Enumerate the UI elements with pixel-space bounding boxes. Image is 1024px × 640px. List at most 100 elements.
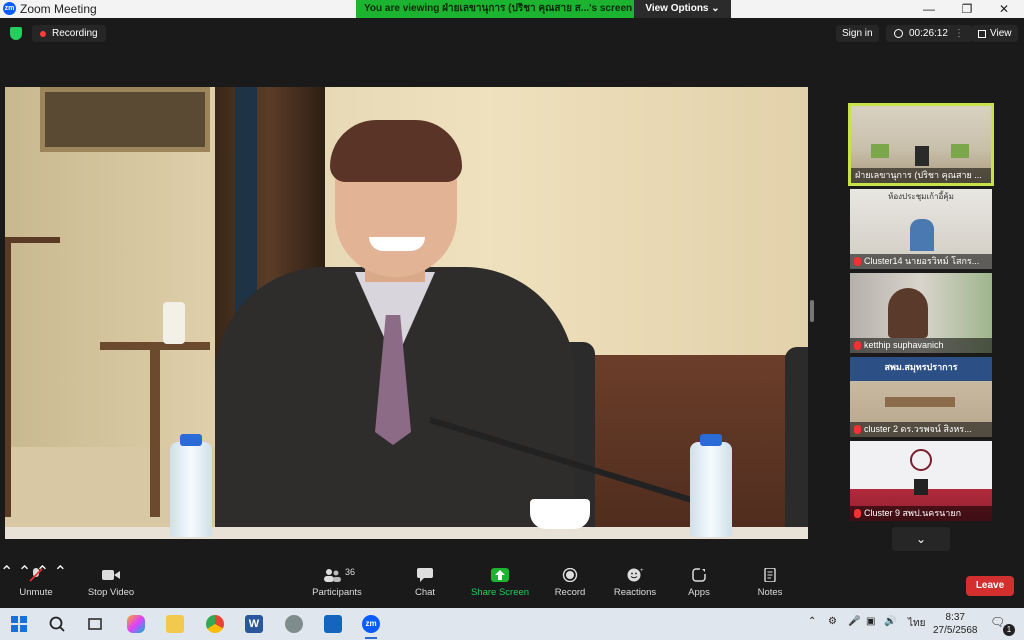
language-indicator[interactable]: ไทย — [908, 616, 925, 631]
grid-view-icon — [978, 29, 986, 38]
file-explorer-icon[interactable] — [166, 615, 184, 633]
thumbnail-person — [914, 479, 928, 495]
participant-name: cluster 2 ดร.วรพจน์ สิงหร... — [850, 422, 992, 437]
video-chair-back-right — [785, 347, 808, 539]
apps-button[interactable]: Apps — [682, 568, 716, 598]
participant-name: ketthip suphavanich — [850, 338, 992, 353]
close-icon[interactable]: ✕ — [985, 0, 1023, 18]
notes-button[interactable]: Notes — [752, 567, 788, 598]
minimize-icon[interactable]: — — [910, 0, 948, 18]
apps-icon — [690, 568, 708, 582]
unmute-label: Unmute — [19, 587, 53, 598]
apps-label: Apps — [688, 587, 710, 598]
tray-expand-icon[interactable]: ⌃ — [808, 616, 816, 627]
thumbnail-person — [888, 288, 928, 338]
participant-name: ฝ่ายเลขานุการ (ปริชา คุณสาย ... — [851, 168, 991, 183]
meeting-toolbar: Unmute ⌃ Stop Video ⌃ 36 Participants ⌃ … — [0, 562, 1024, 608]
more-participants-button[interactable]: ⌄ — [892, 527, 950, 551]
microphone-tray-icon[interactable]: 🎤 — [848, 616, 860, 627]
security-shield-icon[interactable] — [10, 27, 22, 40]
meeting-topbar: Recording Sign in 00:26:12 ⋮ View — [0, 18, 1024, 50]
video-desk — [5, 527, 808, 539]
leave-button[interactable]: Leave — [966, 576, 1014, 596]
zoom-taskbar-icon[interactable]: zm — [362, 615, 380, 633]
unmute-button[interactable]: Unmute — [16, 568, 56, 598]
participant-thumbnail[interactable]: สพม.สมุทรปราการ cluster 2 ดร.วรพจน์ สิงห… — [850, 357, 992, 437]
stop-video-button[interactable]: Stop Video — [86, 568, 136, 598]
thumbnail-person — [910, 219, 934, 251]
video-side-chair — [5, 237, 60, 517]
record-button[interactable]: Record — [550, 567, 590, 598]
share-screen-icon — [491, 568, 509, 582]
network-icon[interactable]: ▣ — [866, 616, 875, 627]
smiley-icon: + — [626, 568, 644, 582]
video-cup — [530, 499, 590, 529]
chrome-icon[interactable] — [206, 615, 224, 633]
thumbnail-screen-left — [871, 144, 889, 158]
thumbnail-desk — [885, 397, 955, 407]
camera-app-icon[interactable] — [285, 615, 303, 633]
restore-icon[interactable]: ❐ — [948, 0, 986, 18]
share-banner: You are viewing ฝ่ายเลขานุการ (ปริชา คุณ… — [356, 0, 731, 18]
search-icon[interactable] — [48, 615, 66, 633]
participant-thumbnail[interactable]: ketthip suphavanich — [850, 273, 992, 353]
record-label: Record — [554, 587, 586, 598]
copilot-icon[interactable] — [127, 615, 145, 633]
participants-button[interactable]: 36 Participants — [310, 567, 364, 598]
presentation-app-icon[interactable] — [324, 615, 342, 633]
recording-indicator[interactable]: Recording — [32, 25, 106, 42]
volume-icon[interactable]: 🔊 — [884, 616, 896, 627]
participant-thumbnail[interactable]: Cluster 9 สพป.นครนายก — [850, 441, 992, 521]
system-clock[interactable]: 8:37 27/5/2568 — [933, 611, 978, 637]
timer-value: 00:26:12 — [909, 28, 948, 39]
notes-label: Notes — [757, 587, 783, 598]
stop-video-label: Stop Video — [87, 587, 135, 598]
thumbnail-header: ห้องประชุมเก้าอี้คุ้ม — [888, 192, 954, 201]
sign-in-button[interactable]: Sign in — [836, 25, 879, 42]
recording-dot-icon — [40, 30, 46, 37]
timer-more-icon: ⋮ — [953, 28, 964, 39]
video-vase — [163, 302, 185, 344]
chat-label: Chat — [414, 587, 436, 598]
window-title: Zoom Meeting — [20, 2, 97, 16]
reactions-button[interactable]: + Reactions — [612, 568, 658, 598]
view-button[interactable]: View — [972, 25, 1018, 42]
notes-icon — [761, 567, 779, 583]
muted-microphone-icon — [27, 568, 45, 582]
participant-thumbnail[interactable]: ห้องประชุมเก้าอี้คุ้ม Cluster14 นายอรวิห… — [850, 189, 992, 269]
thumbnail-logo — [910, 449, 932, 471]
participant-name: Cluster14 นายอรวิหม์ โสกร... — [850, 254, 992, 269]
muted-mic-icon — [854, 425, 861, 434]
active-app-indicator — [365, 637, 377, 639]
record-icon — [561, 567, 579, 583]
clock-date: 27/5/2568 — [933, 625, 978, 636]
tray-app-icon[interactable]: ⚙ — [828, 616, 837, 627]
muted-mic-icon — [854, 257, 861, 266]
thumbnail-screen-right — [951, 144, 969, 158]
video-side-table-leg — [150, 347, 160, 517]
svg-text:+: + — [640, 568, 644, 574]
share-screen-label: Share Screen — [470, 587, 530, 598]
view-label: View — [990, 28, 1012, 39]
participants-count: 36 — [345, 567, 356, 577]
windows-start-icon[interactable] — [10, 615, 28, 633]
shared-screen-video[interactable] — [5, 87, 808, 539]
os-taskbar: W zm ⌃ ⚙ 🎤 ▣ 🔊 ไทย 8:37 27/5/2568 🗨 1 — [0, 608, 1024, 640]
word-icon[interactable]: W — [245, 615, 263, 633]
video-person-hair — [330, 120, 462, 182]
chat-bubble-icon — [416, 568, 434, 582]
video-person-smile — [369, 237, 425, 251]
share-screen-button[interactable]: Share Screen — [470, 568, 530, 598]
thumbnail-header: สพม.สมุทรปราการ — [884, 362, 958, 372]
muted-mic-icon — [854, 509, 861, 518]
chat-button[interactable]: Chat — [405, 568, 445, 598]
panel-scrollbar[interactable] — [810, 300, 814, 322]
reactions-label: Reactions — [613, 587, 657, 598]
participant-thumbnail[interactable]: ฝ่ายเลขานุการ (ปริชา คุณสาย ... — [848, 103, 994, 186]
audio-options-caret-icon[interactable]: ⌃ — [0, 564, 13, 581]
view-options-button[interactable]: View Options ⌄ — [634, 0, 731, 18]
video-water-bottle-right — [690, 434, 732, 537]
meeting-timer[interactable]: 00:26:12 ⋮ — [886, 25, 972, 42]
notification-badge: 1 — [1003, 624, 1015, 636]
task-view-icon[interactable] — [86, 615, 104, 633]
